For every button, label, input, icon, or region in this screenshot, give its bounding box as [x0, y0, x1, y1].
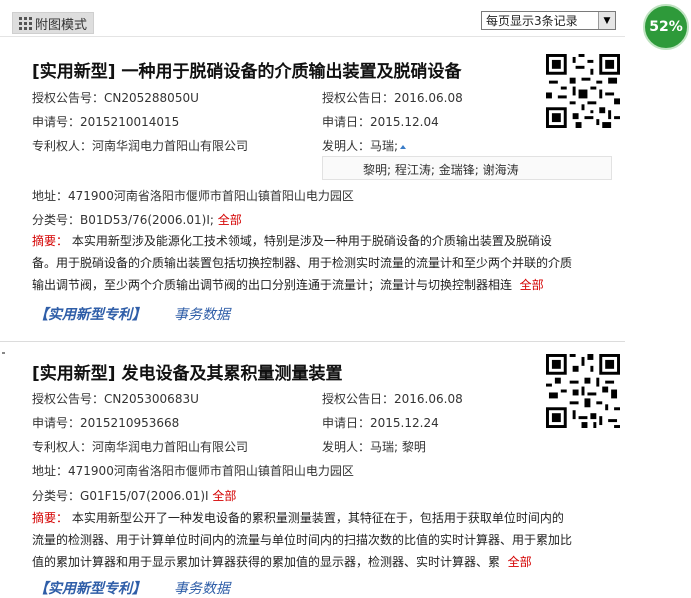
pub-date-label: 授权公告日：	[322, 91, 395, 105]
abstract-all-link[interactable]: 全部	[520, 278, 544, 292]
inventor-row: 发明人：马瑞; 黎明	[322, 438, 426, 455]
business-data-link[interactable]: 事务数据	[174, 307, 230, 323]
app-date-value: 2015.12.24	[370, 416, 439, 430]
app-date-row: 申请日：2015.12.04	[322, 113, 439, 130]
page-size-select[interactable]: 每页显示3条记录 ▼	[481, 11, 616, 30]
class-all-link[interactable]: 全部	[218, 213, 242, 227]
patentee-row: 专利权人：河南华润电力首阳山有限公司	[32, 137, 248, 154]
abstract-line-2: 流量的检测器、用于计算单位时间内的流量与单位时间内的扫描次数的比值的实时计算器、…	[32, 533, 573, 547]
app-no-value: 2015210014015	[80, 115, 180, 129]
app-no-label: 申请号：	[32, 416, 81, 430]
address-value: 471900河南省洛阳市偃师市首阳山镇首阳山电力园区	[68, 189, 354, 203]
record-links: 【实用新型专利】 事务数据	[34, 578, 230, 598]
pub-date-row: 授权公告日：2016.06.08	[322, 390, 463, 407]
pub-date-row: 授权公告日：2016.06.08	[322, 89, 463, 106]
results-toolbar: 附图模式 每页显示3条记录 ▼	[0, 0, 625, 37]
abstract: 摘要： 本实用新型公开了一种发电设备的累积量测量装置，其特征在于，包括用于获取单…	[32, 507, 612, 573]
patent-type-link[interactable]: 【实用新型专利】	[34, 307, 146, 323]
app-no-row: 申请号：2015210014015	[32, 113, 179, 130]
class-value: B01D53/76(2006.01)I;	[80, 213, 214, 227]
record-divider	[0, 341, 625, 342]
pub-no-row: 授权公告号：CN205288050U	[32, 89, 199, 106]
inventors-more: 黎明; 程江涛; 金瑞锋; 谢海涛	[363, 163, 519, 177]
address-label: 地址：	[32, 464, 69, 478]
class-all-link[interactable]: 全部	[212, 489, 236, 503]
app-no-value: 2015210953668	[80, 416, 180, 430]
qr-code-icon	[546, 54, 620, 128]
abstract-line-3: 值的累加计算器和用于显示累加计算器获得的累加值的显示器，检测器、实时计算器、累	[32, 555, 501, 569]
gutter-mark	[2, 352, 5, 354]
patentee-label: 专利权人：	[32, 440, 93, 454]
page-size-value: 每页显示3条记录	[486, 14, 578, 28]
view-mode-label: 附图模式	[35, 17, 88, 33]
address-value: 471900河南省洛阳市偃师市首阳山镇首阳山电力园区	[68, 464, 354, 478]
inventor-value: 马瑞;	[370, 139, 399, 153]
class-label: 分类号：	[32, 213, 81, 227]
class-value: G01F15/07(2006.01)I	[80, 489, 209, 503]
address-label: 地址：	[32, 189, 69, 203]
qr-code-icon	[546, 354, 620, 428]
abstract-line-1: 本实用新型涉及能源化工技术领域，特别是涉及一种用于脱硝设备的介质输出装置及脱硝设	[71, 234, 552, 248]
patent-type-link[interactable]: 【实用新型专利】	[34, 581, 146, 597]
patentee-value: 河南华润电力首阳山有限公司	[92, 139, 249, 153]
patentee-row: 专利权人：河南华润电力首阳山有限公司	[32, 438, 248, 455]
inventor-label: 发明人：	[322, 440, 371, 454]
abstract-label: 摘要：	[32, 234, 69, 248]
pub-no-label: 授权公告号：	[32, 91, 105, 105]
pub-date-value: 2016.06.08	[394, 91, 463, 105]
app-date-label: 申请日：	[322, 416, 371, 430]
pub-no-row: 授权公告号：CN205300683U	[32, 390, 199, 407]
class-row: 分类号：B01D53/76(2006.01)I; 全部	[32, 211, 242, 228]
pub-no-value: CN205300683U	[104, 392, 199, 406]
inventor-label: 发明人：	[322, 139, 371, 153]
app-no-row: 申请号：2015210953668	[32, 414, 179, 431]
address-row: 地址：471900河南省洛阳市偃师市首阳山镇首阳山电力园区	[32, 187, 354, 204]
patentee-value: 河南华润电力首阳山有限公司	[92, 440, 249, 454]
collapse-arrow-icon[interactable]	[400, 144, 407, 149]
progress-label: 52%	[649, 19, 683, 35]
progress-badge: 52%	[643, 4, 689, 50]
abstract-line-2: 备。用于脱硝设备的介质输出装置包括切换控制器、用于检测实时流量的流量计和至少两个…	[32, 256, 573, 270]
pub-date-value: 2016.06.08	[394, 392, 463, 406]
abstract-line-1: 本实用新型公开了一种发电设备的累积量测量装置，其特征在于，包括用于获取单位时间内…	[71, 511, 564, 525]
pub-no-label: 授权公告号：	[32, 392, 105, 406]
record-links: 【实用新型专利】 事务数据	[34, 304, 230, 324]
class-label: 分类号：	[32, 489, 81, 503]
record-title[interactable]: [实用新型] 一种用于脱硝设备的介质输出装置及脱硝设备	[32, 57, 461, 82]
record-title[interactable]: [实用新型] 发电设备及其累积量测量装置	[32, 359, 342, 384]
view-mode-button[interactable]: 附图模式	[12, 12, 94, 34]
inventor-row: 发明人：马瑞;	[322, 137, 407, 154]
pub-no-value: CN205288050U	[104, 91, 199, 105]
pub-date-label: 授权公告日：	[322, 392, 395, 406]
class-row: 分类号：G01F15/07(2006.01)I 全部	[32, 487, 236, 504]
inventors-expanded-box: 黎明; 程江涛; 金瑞锋; 谢海涛	[322, 156, 612, 180]
abstract-line-3: 输出调节阀，至少两个介质输出调节阀的出口分别连通于流量计；流量计与切换控制器相连	[32, 278, 513, 292]
inventor-value: 马瑞; 黎明	[370, 440, 426, 454]
dropdown-arrow-icon[interactable]: ▼	[598, 12, 615, 29]
abstract-all-link[interactable]: 全部	[508, 555, 532, 569]
app-date-value: 2015.12.04	[370, 115, 439, 129]
business-data-link[interactable]: 事务数据	[174, 581, 230, 597]
app-no-label: 申请号：	[32, 115, 81, 129]
app-date-label: 申请日：	[322, 115, 371, 129]
abstract: 摘要： 本实用新型涉及能源化工技术领域，特别是涉及一种用于脱硝设备的介质输出装置…	[32, 230, 612, 296]
grid-icon	[19, 16, 32, 30]
app-date-row: 申请日：2015.12.24	[322, 414, 439, 431]
abstract-label: 摘要：	[32, 511, 69, 525]
address-row: 地址：471900河南省洛阳市偃师市首阳山镇首阳山电力园区	[32, 462, 354, 479]
patentee-label: 专利权人：	[32, 139, 93, 153]
